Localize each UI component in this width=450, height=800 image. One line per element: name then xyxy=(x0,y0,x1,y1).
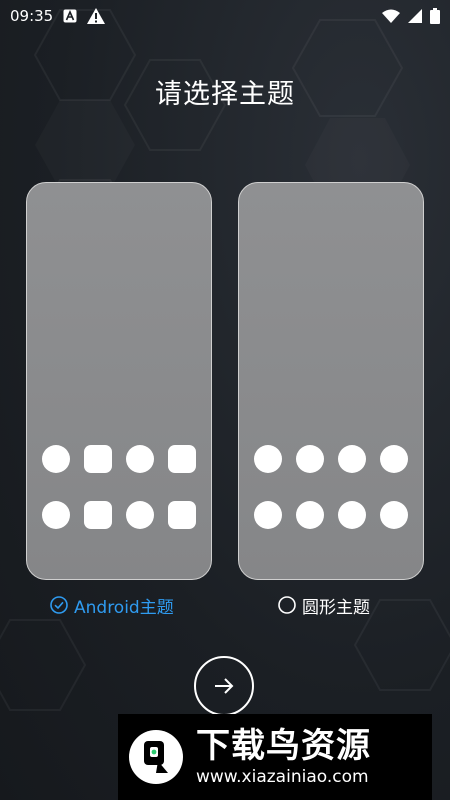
watermark-url: www.xiazainiao.com xyxy=(196,767,369,787)
app-icon-circle xyxy=(296,501,324,529)
page-title: 请选择主题 xyxy=(155,79,295,110)
theme-option-round[interactable]: 圆形主题 xyxy=(278,592,370,618)
radio-unselected-icon xyxy=(278,596,296,614)
theme-option-round-label: 圆形主题 xyxy=(302,597,370,618)
app-icon-square xyxy=(84,445,112,473)
watermark-logo xyxy=(129,730,183,784)
warning-icon xyxy=(87,8,106,24)
arrow-right-icon xyxy=(215,678,234,694)
app-icon-circle xyxy=(296,445,324,473)
signal-icon xyxy=(408,9,422,23)
next-button[interactable] xyxy=(194,656,254,716)
app-icon-circle xyxy=(126,445,154,473)
battery-icon xyxy=(430,8,440,24)
status-time: 09:35 xyxy=(10,7,54,25)
app-icon-circle xyxy=(380,501,408,529)
app-icon-circle xyxy=(338,501,366,529)
status-bar: 09:35 xyxy=(0,0,450,32)
app-icon-circle xyxy=(380,445,408,473)
app-icon-circle xyxy=(42,501,70,529)
theme-card-android[interactable] xyxy=(26,182,212,580)
app-icon-circle xyxy=(338,445,366,473)
icon-grid-android xyxy=(27,445,211,529)
theme-card-round[interactable] xyxy=(238,182,424,580)
font-notification-icon xyxy=(63,9,77,23)
app-icon-circle xyxy=(42,445,70,473)
theme-option-android-label: Android主题 xyxy=(74,597,174,618)
check-circle-icon xyxy=(50,596,68,614)
icon-grid-round xyxy=(239,445,423,529)
app-icon-circle xyxy=(254,445,282,473)
wifi-icon xyxy=(382,9,400,23)
app-icon-square xyxy=(84,501,112,529)
watermark: 下载鸟资源 www.xiazainiao.com xyxy=(118,714,432,800)
watermark-title: 下载鸟资源 xyxy=(196,726,371,766)
app-icon-circle xyxy=(126,501,154,529)
theme-option-android[interactable]: Android主题 xyxy=(50,592,174,618)
app-icon-square xyxy=(168,501,196,529)
app-icon-circle xyxy=(254,501,282,529)
app-icon-square xyxy=(168,445,196,473)
